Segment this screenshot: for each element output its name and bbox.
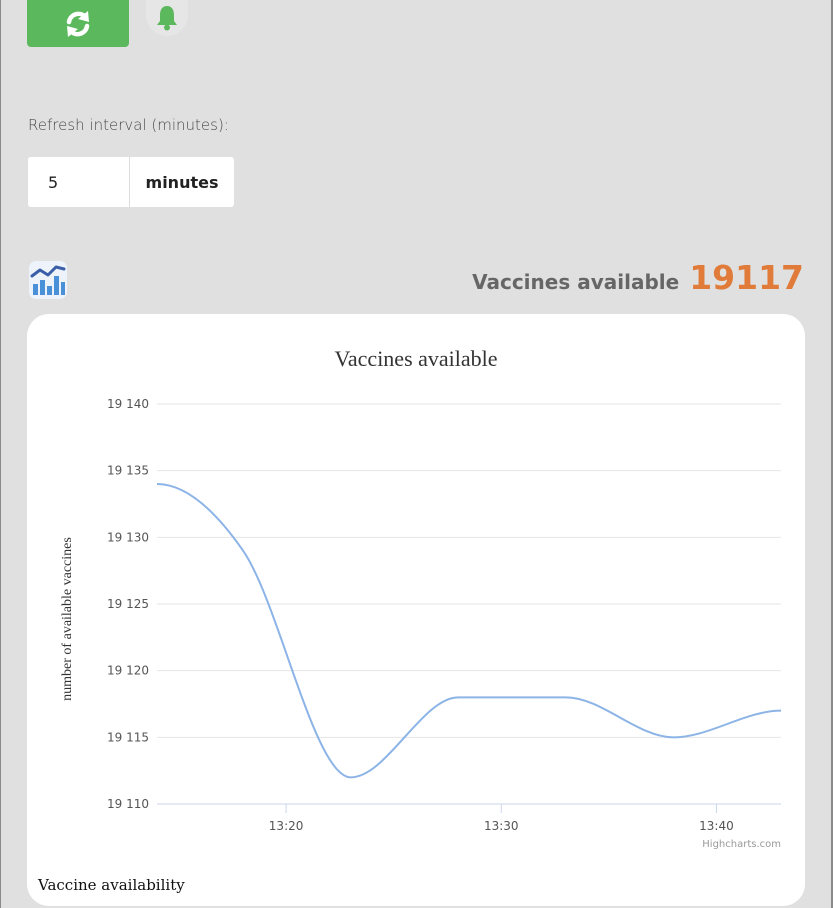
refresh-icon (66, 10, 90, 37)
bell-icon (157, 6, 177, 31)
chart-icon (29, 261, 67, 299)
y-tick-label: 19 135 (107, 464, 149, 478)
vaccines-available-label: Vaccines available (472, 270, 680, 294)
refresh-interval-group: minutes (28, 157, 234, 207)
x-tick-label: 13:30 (484, 819, 519, 833)
chart-caption: Vaccine availability (38, 876, 185, 894)
vaccines-summary: Vaccines available 19117 (472, 258, 804, 297)
y-tick-label: 19 125 (107, 597, 149, 611)
y-tick-label: 19 115 (107, 730, 149, 744)
notification-button[interactable] (146, 0, 188, 36)
y-tick-label: 19 120 (107, 664, 149, 678)
refresh-interval-label: Refresh interval (minutes): (28, 116, 229, 134)
chart-title: Vaccines available (334, 346, 497, 371)
chart-credits: Highcharts.com (702, 839, 781, 850)
y-tick-label: 19 140 (107, 397, 149, 411)
vaccines-available-count: 19117 (689, 258, 804, 297)
window-border-left (0, 0, 1, 908)
y-tick-label: 19 130 (107, 530, 149, 544)
refresh-interval-input[interactable] (28, 157, 130, 207)
series-line (156, 483, 782, 779)
x-tick-label: 13:20 (269, 819, 304, 833)
y-axis-title: number of available vaccines (60, 537, 75, 701)
y-tick-label: 19 110 (107, 797, 149, 811)
refresh-button[interactable] (27, 0, 129, 47)
vaccines-chart: Vaccines available number of available v… (60, 346, 782, 850)
chart-card: Vaccines available number of available v… (27, 314, 805, 906)
x-tick-label: 13:40 (699, 819, 734, 833)
interval-unit-addon: minutes (145, 172, 219, 192)
